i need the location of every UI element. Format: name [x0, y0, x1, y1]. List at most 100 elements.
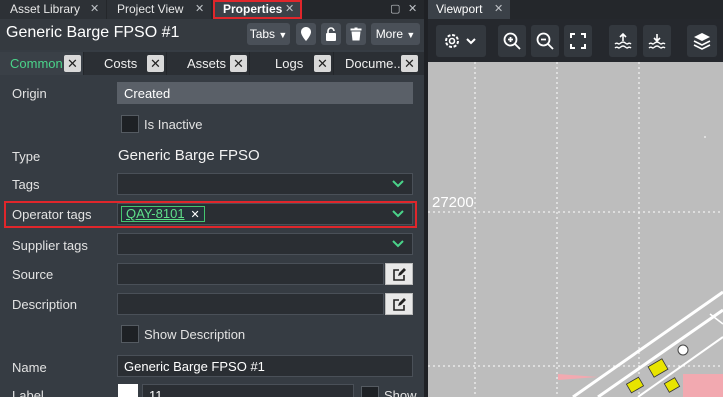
more-button-label: More [375, 27, 404, 41]
edit-description-button[interactable] [385, 293, 413, 315]
chevron-down-icon [392, 240, 404, 248]
lower-button[interactable] [643, 25, 671, 57]
source-label: Source [12, 267, 54, 282]
close-icon[interactable]: ✕ [285, 0, 294, 19]
source-input[interactable] [117, 263, 384, 285]
tags-label: Tags [12, 177, 40, 192]
operator-tags-select[interactable]: QAY-8101 ✕ [117, 203, 413, 225]
locate-button[interactable] [296, 23, 316, 45]
coordinate-label: 27200 [432, 194, 474, 211]
layers-button[interactable] [687, 25, 717, 57]
tab-properties-label: Properties [223, 2, 283, 16]
origin-label: Origin [12, 86, 47, 101]
close-icon[interactable]: ✕ [494, 0, 503, 19]
asset-title-bar: Generic Barge FPSO #1 Tabs ▼ More ▼ [0, 19, 424, 50]
layers-icon [693, 33, 711, 50]
tab-asset-library-label: Asset Library [10, 2, 81, 16]
settings-dropdown-button[interactable] [436, 25, 486, 57]
water-up-icon [614, 32, 632, 49]
delete-button[interactable] [346, 23, 366, 45]
tab-common-label: Common [10, 56, 63, 71]
page-title: Generic Barge FPSO #1 [6, 24, 180, 41]
map-pin-icon [301, 27, 311, 41]
label-input[interactable]: 11 [142, 384, 354, 397]
chevron-down-icon [392, 210, 404, 218]
property-tab-bar: Common ✕ Costs ✕ Assets ✕ Logs ✕ Docume.… [0, 52, 424, 75]
maximize-icon[interactable]: ▢ [390, 2, 400, 15]
tab-viewport-label: Viewport [436, 2, 483, 16]
zoom-in-icon [503, 32, 521, 50]
edit-icon [393, 298, 406, 311]
tab-documents[interactable]: Docume... ✕ [335, 52, 424, 75]
close-icon[interactable]: ✕ [195, 0, 204, 19]
origin-field: Created [117, 82, 413, 104]
zoom-out-icon [536, 32, 554, 50]
tab-logs-label: Logs [275, 56, 304, 71]
show-description-label: Show Description [144, 327, 246, 342]
viewport-canvas[interactable]: 27200 [428, 62, 723, 397]
edit-source-button[interactable] [385, 263, 413, 285]
name-input[interactable]: Generic Barge FPSO #1 [117, 355, 413, 377]
tab-asset-library[interactable]: Asset Library ✕ [0, 0, 106, 19]
trash-icon [350, 27, 362, 41]
name-value: Generic Barge FPSO #1 [124, 359, 265, 374]
name-label: Name [12, 360, 47, 375]
close-icon[interactable]: ✕ [314, 55, 331, 72]
tab-assets-label: Assets [187, 56, 227, 71]
viewport-tab-bar: Viewport ✕ [428, 0, 723, 19]
tab-common[interactable]: Common ✕ [0, 52, 84, 75]
caret-down-icon: ▼ [278, 30, 288, 40]
gear-icon [445, 34, 476, 48]
label-label: Label [12, 388, 44, 397]
operator-tags-label: Operator tags [12, 207, 92, 222]
label-color-swatch[interactable] [118, 384, 138, 397]
unlock-icon [326, 27, 336, 41]
tab-costs[interactable]: Costs ✕ [85, 52, 167, 75]
caret-down-icon: ▼ [406, 30, 416, 40]
remove-tag-icon[interactable]: ✕ [191, 209, 200, 221]
show-label-text: Show [384, 388, 417, 397]
close-icon[interactable]: ✕ [90, 0, 99, 19]
zoom-out-button[interactable] [531, 25, 559, 57]
viewport-toolbar [428, 19, 723, 62]
operator-tag-chip[interactable]: QAY-8101 ✕ [121, 206, 205, 222]
operator-tag-text[interactable]: QAY-8101 [126, 206, 185, 221]
tab-project-view[interactable]: Project View ✕ [107, 0, 211, 19]
zoom-in-button[interactable] [498, 25, 526, 57]
water-down-icon [648, 34, 666, 49]
viewport-panel: Viewport ✕ 27200 [428, 0, 723, 397]
close-icon[interactable]: ✕ [230, 55, 247, 72]
tab-costs-label: Costs [104, 56, 138, 71]
fit-view-button[interactable] [564, 25, 592, 57]
edit-icon [393, 268, 406, 281]
lock-button[interactable] [321, 23, 341, 45]
more-dropdown-button[interactable]: More ▼ [371, 23, 420, 45]
supplier-tags-select[interactable] [117, 233, 413, 255]
document-tab-bar: Asset Library ✕ Project View ✕ Propertie… [0, 0, 424, 19]
is-inactive-checkbox[interactable] [121, 115, 139, 133]
raise-button[interactable] [609, 25, 637, 57]
description-label: Description [12, 297, 78, 312]
close-panel-icon[interactable]: ✕ [408, 2, 417, 15]
description-input[interactable] [117, 293, 384, 315]
origin-value: Created [124, 86, 171, 101]
label-value: 11 [149, 388, 163, 397]
tab-properties[interactable]: Properties ✕ [213, 0, 302, 19]
tab-viewport[interactable]: Viewport ✕ [428, 0, 510, 19]
show-description-checkbox[interactable] [121, 325, 139, 343]
tabs-dropdown-button[interactable]: Tabs ▼ [247, 23, 290, 45]
close-icon[interactable]: ✕ [64, 55, 81, 72]
tab-logs[interactable]: Logs ✕ [251, 52, 334, 75]
close-icon[interactable]: ✕ [401, 55, 418, 72]
tags-select[interactable] [117, 173, 413, 195]
tabs-button-label: Tabs [249, 27, 276, 41]
supplier-tags-label: Supplier tags [12, 238, 88, 253]
type-value: Generic Barge FPSO [118, 147, 260, 164]
close-icon[interactable]: ✕ [147, 55, 164, 72]
tab-documents-label: Docume... [345, 56, 405, 71]
is-inactive-label: Is Inactive [144, 117, 203, 132]
chevron-down-icon [392, 180, 404, 188]
show-label-checkbox[interactable] [361, 386, 379, 397]
expand-icon [570, 33, 586, 49]
tab-assets[interactable]: Assets ✕ [168, 52, 250, 75]
